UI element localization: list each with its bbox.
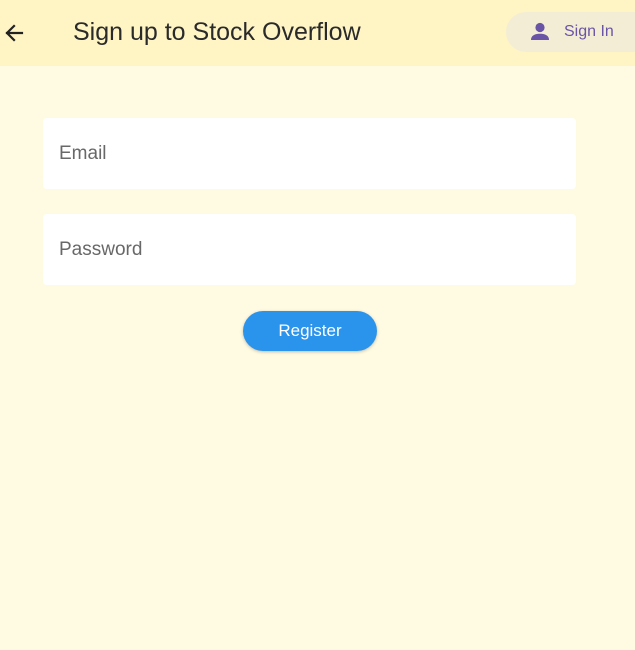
page-title: Sign up to Stock Overflow [73,18,361,46]
app-bar: Sign up to Stock Overflow Sign In [0,0,635,66]
register-button[interactable]: Register [243,311,377,351]
sign-in-button[interactable]: Sign In [506,12,635,52]
email-field[interactable] [43,118,576,189]
sign-in-label: Sign In [564,23,614,40]
person-icon [531,22,549,40]
arrow-left-icon [5,24,24,42]
back-button[interactable] [0,9,30,57]
password-field[interactable] [43,214,576,285]
